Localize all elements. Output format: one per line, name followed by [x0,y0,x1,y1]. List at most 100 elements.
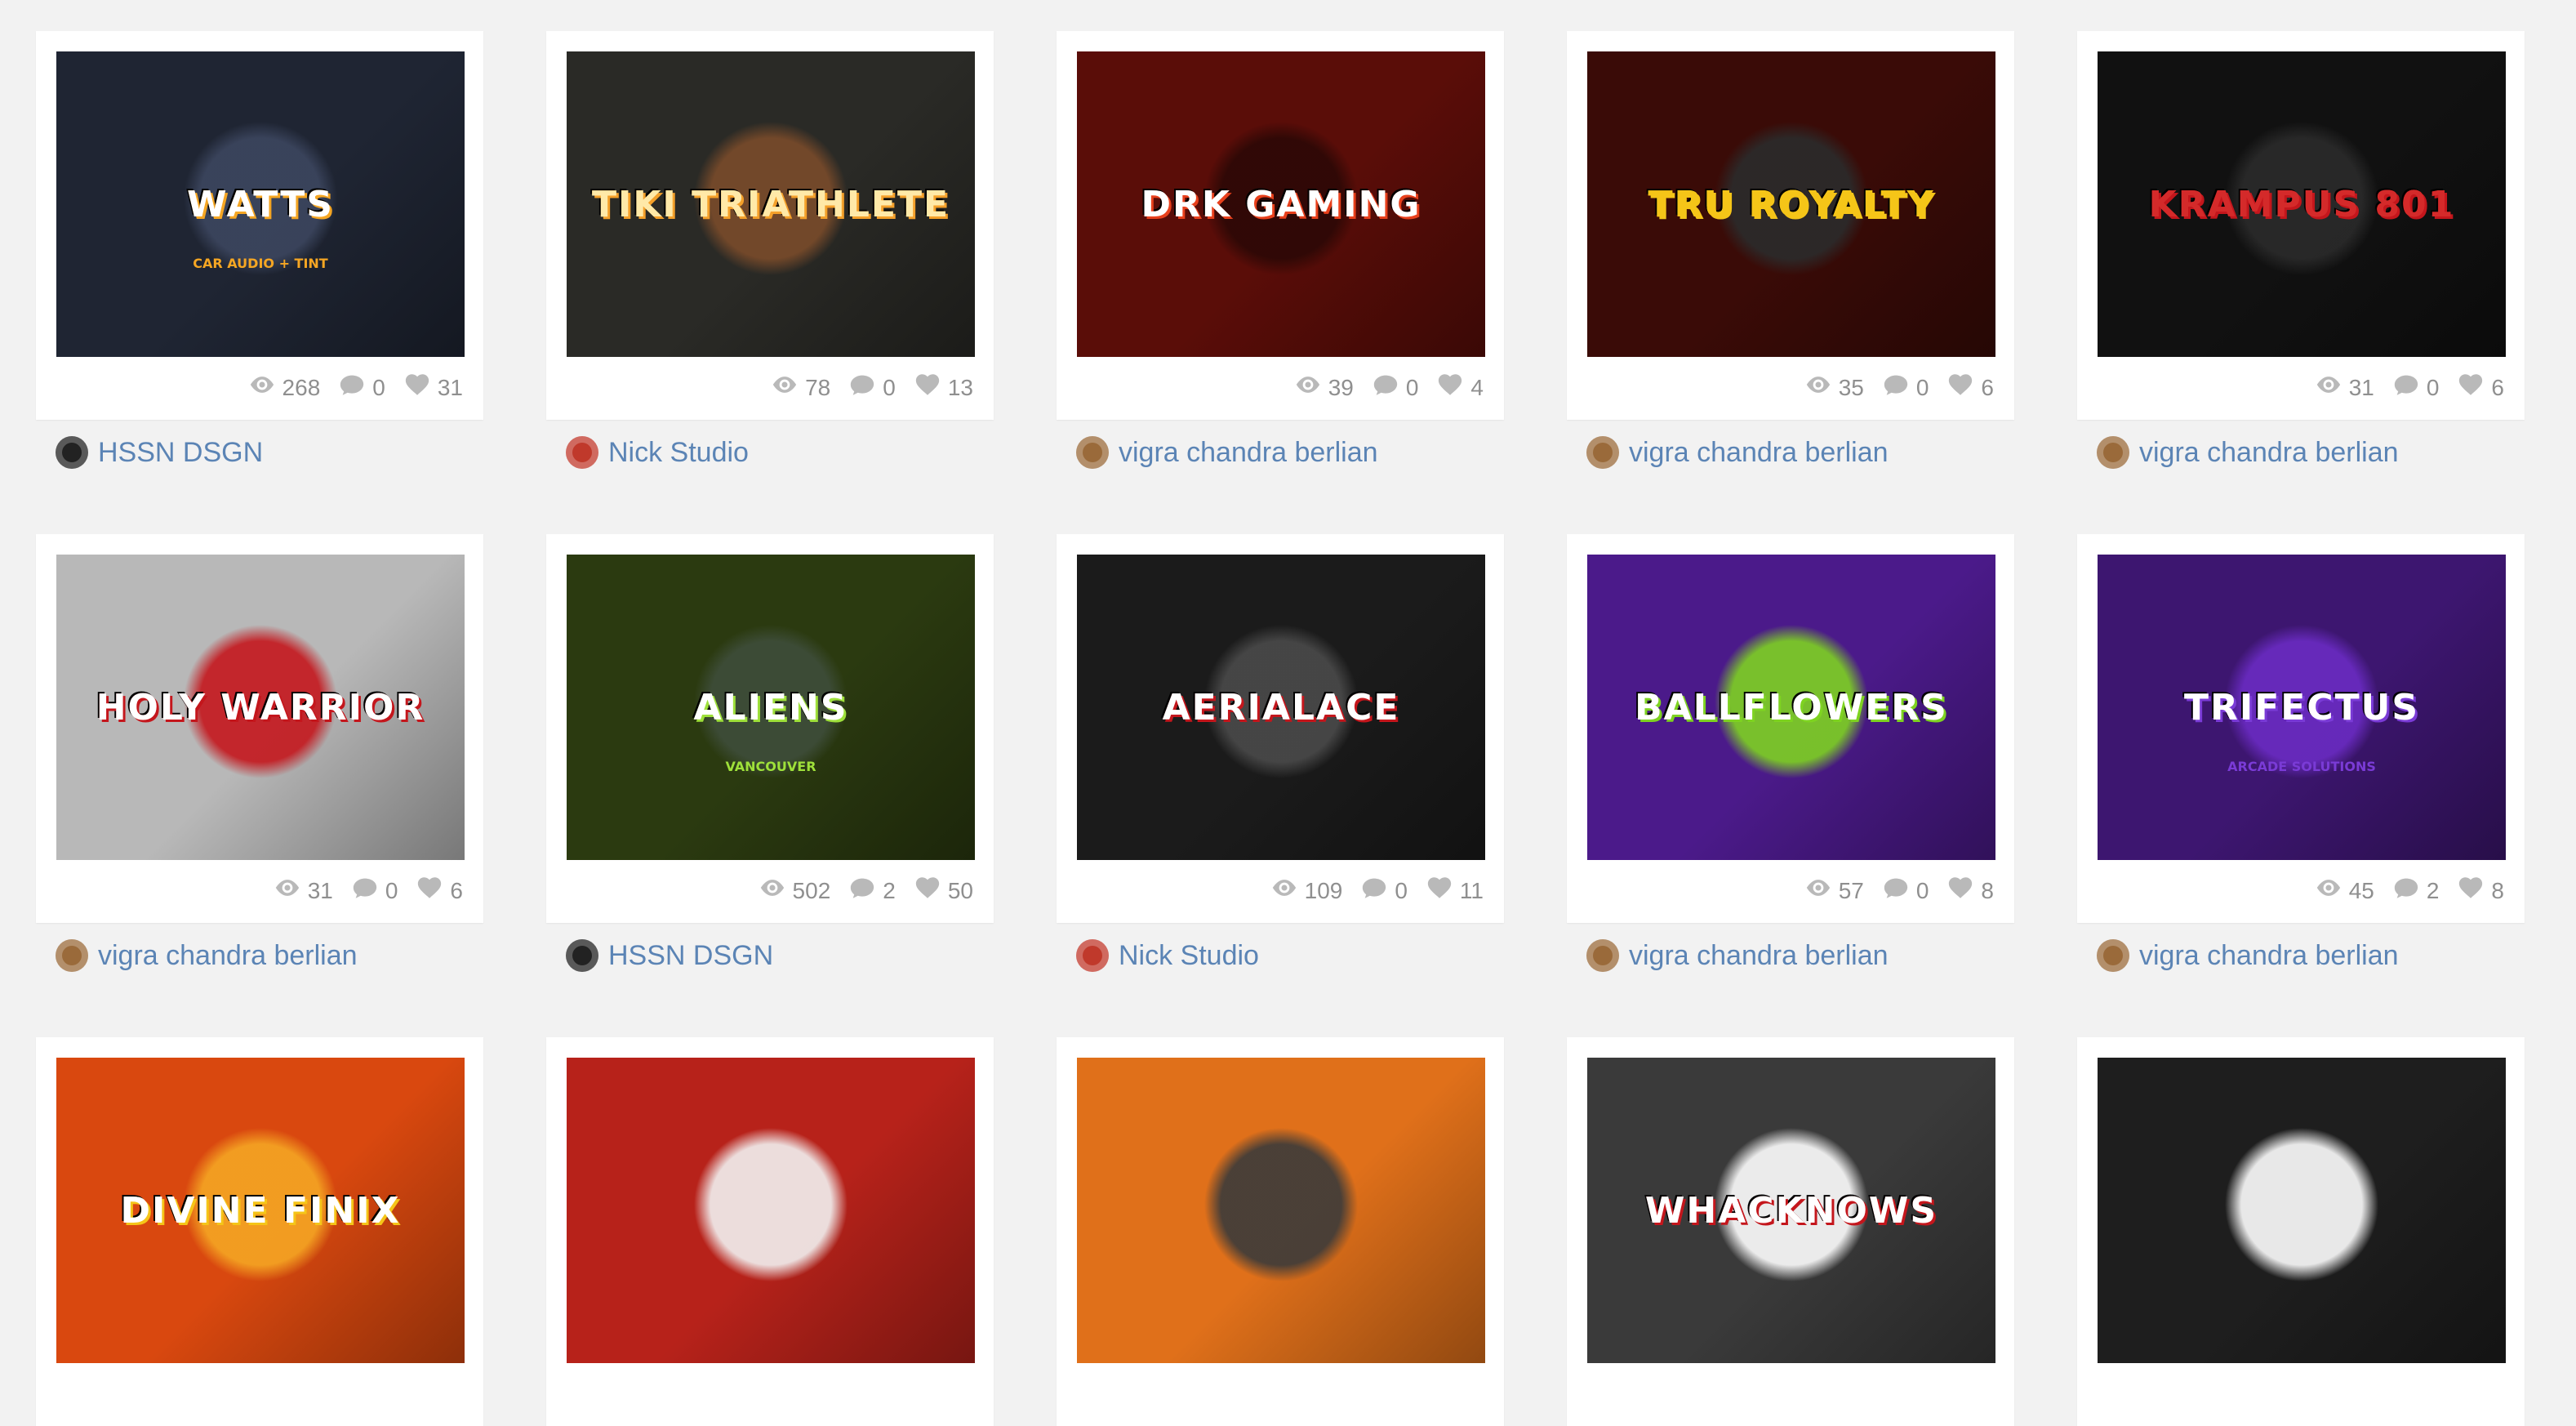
project-card[interactable]: DRK GAMING 39 0 4 [1057,31,1504,420]
hssn-avatar-icon[interactable] [566,939,598,972]
project-thumbnail[interactable]: TIKI TRIATHLETE [567,51,975,357]
project-author[interactable]: vigra chandra berlian [1567,428,2014,477]
project-author[interactable]: Nick Studio [1057,931,1504,980]
likes-stat[interactable]: 11 [1426,876,1484,906]
project-author[interactable]: vigra chandra berlian [1567,931,2014,980]
user-avatar-icon[interactable] [56,939,88,972]
project-card[interactable]: TIKI TRIATHLETE 78 0 13 [546,31,994,420]
author-name-link[interactable]: Nick Studio [1119,940,1259,972]
author-name-link[interactable]: vigra chandra berlian [1119,437,1378,469]
likes-stat[interactable]: 8 [1946,876,1994,906]
project-thumbnail[interactable]: WATTS CAR AUDIO + TINT [56,51,465,357]
project-card[interactable]: KRAMPUS 801 31 0 6 [2077,31,2525,420]
project-thumbnail[interactable] [567,1058,975,1363]
logo-text: TRU ROYALTY [1648,183,1935,225]
project-thumbnail[interactable]: ALIENS VANCOUVER [567,555,975,860]
likes-stat[interactable]: 4 [1436,372,1484,403]
project-card[interactable]: WATTS CAR AUDIO + TINT 268 0 31 [36,31,483,420]
likes-stat[interactable]: 6 [1946,372,1994,403]
author-name-link[interactable]: vigra chandra berlian [2139,940,2399,972]
likes-stat[interactable]: 6 [2457,372,2504,403]
project-author[interactable]: HSSN DSGN [546,931,994,980]
project-card[interactable]: TRU ROYALTY 35 0 6 [1567,31,2014,420]
author-name-link[interactable]: Nick Studio [608,437,749,469]
project-card[interactable]: HOLY WARRIOR 31 0 6 [36,534,483,923]
project-thumbnail[interactable]: TRU ROYALTY [1587,51,1995,357]
comments-stat: 0 [338,372,385,403]
comments-count: 0 [1915,877,1929,903]
project-author[interactable]: vigra chandra berlian [2077,931,2525,980]
views-stat: 35 [1804,372,1864,403]
eye-icon [2315,876,2342,906]
author-name-link[interactable]: HSSN DSGN [608,940,773,972]
logo-text: DRK GAMING [1141,183,1421,225]
hssn-avatar-icon[interactable] [56,436,88,469]
project-card[interactable]: WHACKNOWS [1567,1037,2014,1426]
project-thumbnail[interactable]: WHACKNOWS [1587,1058,1995,1363]
comment-icon [338,372,366,403]
user-avatar-icon[interactable] [1076,436,1109,469]
eye-icon [759,876,786,906]
author-name-link[interactable]: vigra chandra berlian [1629,437,1889,469]
user-avatar-icon[interactable] [1586,939,1619,972]
comments-stat: 2 [2392,876,2439,906]
comment-icon [848,372,876,403]
project-item: WATTS CAR AUDIO + TINT 268 0 31 HSSN DSGN [36,31,483,477]
project-stats: 109 0 11 [1270,876,1484,906]
project-card[interactable]: DIVINE FINIX [36,1037,483,1426]
views-count: 31 [307,877,333,903]
likes-stat[interactable]: 6 [416,876,463,906]
heart-icon [2457,372,2485,403]
project-thumbnail[interactable]: KRAMPUS 801 [2098,51,2506,357]
project-card[interactable] [1057,1037,1504,1426]
project-card[interactable]: TRIFECTUS ARCADE SOLUTIONS 45 2 8 [2077,534,2525,923]
project-thumbnail[interactable] [1077,1058,1485,1363]
comments-count: 0 [1915,374,1929,400]
likes-stat[interactable]: 13 [914,372,973,403]
author-name-link[interactable]: vigra chandra berlian [98,940,358,972]
project-thumbnail[interactable]: TRIFECTUS ARCADE SOLUTIONS [2098,555,2506,860]
project-item: DIVINE FINIX [36,1037,483,1426]
project-card[interactable] [2077,1037,2525,1426]
project-thumbnail[interactable]: AERIALACE [1077,555,1485,860]
comments-count: 2 [883,877,896,903]
heart-icon [1426,876,1453,906]
likes-stat[interactable]: 31 [403,372,463,403]
project-author[interactable]: vigra chandra berlian [2077,428,2525,477]
user-avatar-icon[interactable] [2097,436,2129,469]
user-avatar-icon[interactable] [2097,939,2129,972]
project-stats: 35 0 6 [1804,372,1994,403]
project-author[interactable]: vigra chandra berlian [36,931,483,980]
views-count: 45 [2348,877,2374,903]
logo-subtitle: CAR AUDIO + TINT [193,256,328,271]
comments-stat: 0 [1372,372,1418,403]
eye-icon [1294,372,1322,403]
project-card[interactable]: BALLFLOWERS 57 0 8 [1567,534,2014,923]
comment-icon [351,876,379,906]
project-card[interactable]: ALIENS VANCOUVER 502 2 50 [546,534,994,923]
project-author[interactable]: vigra chandra berlian [1057,428,1504,477]
project-author[interactable]: Nick Studio [546,428,994,477]
project-thumbnail[interactable]: BALLFLOWERS [1587,555,1995,860]
skull-avatar-icon[interactable] [1076,939,1109,972]
user-avatar-icon[interactable] [1586,436,1619,469]
project-author[interactable]: HSSN DSGN [36,428,483,477]
project-thumbnail[interactable]: HOLY WARRIOR [56,555,465,860]
author-name-link[interactable]: vigra chandra berlian [2139,437,2399,469]
mascot-emblem [2224,1126,2379,1282]
likes-stat[interactable]: 50 [914,876,973,906]
views-count: 57 [1838,877,1864,903]
project-card[interactable]: AERIALACE 109 0 11 [1057,534,1504,923]
project-thumbnail[interactable]: DRK GAMING [1077,51,1485,357]
author-name-link[interactable]: vigra chandra berlian [1629,940,1889,972]
comment-icon [1360,876,1388,906]
author-name-link[interactable]: HSSN DSGN [98,437,263,469]
skull-avatar-icon[interactable] [566,436,598,469]
project-card[interactable] [546,1037,994,1426]
project-thumbnail[interactable] [2098,1058,2506,1363]
project-thumbnail[interactable]: DIVINE FINIX [56,1058,465,1363]
logo-text: TIKI TRIATHLETE [591,183,950,225]
likes-stat[interactable]: 8 [2457,876,2504,906]
comment-icon [1882,876,1910,906]
eye-icon [1270,876,1298,906]
